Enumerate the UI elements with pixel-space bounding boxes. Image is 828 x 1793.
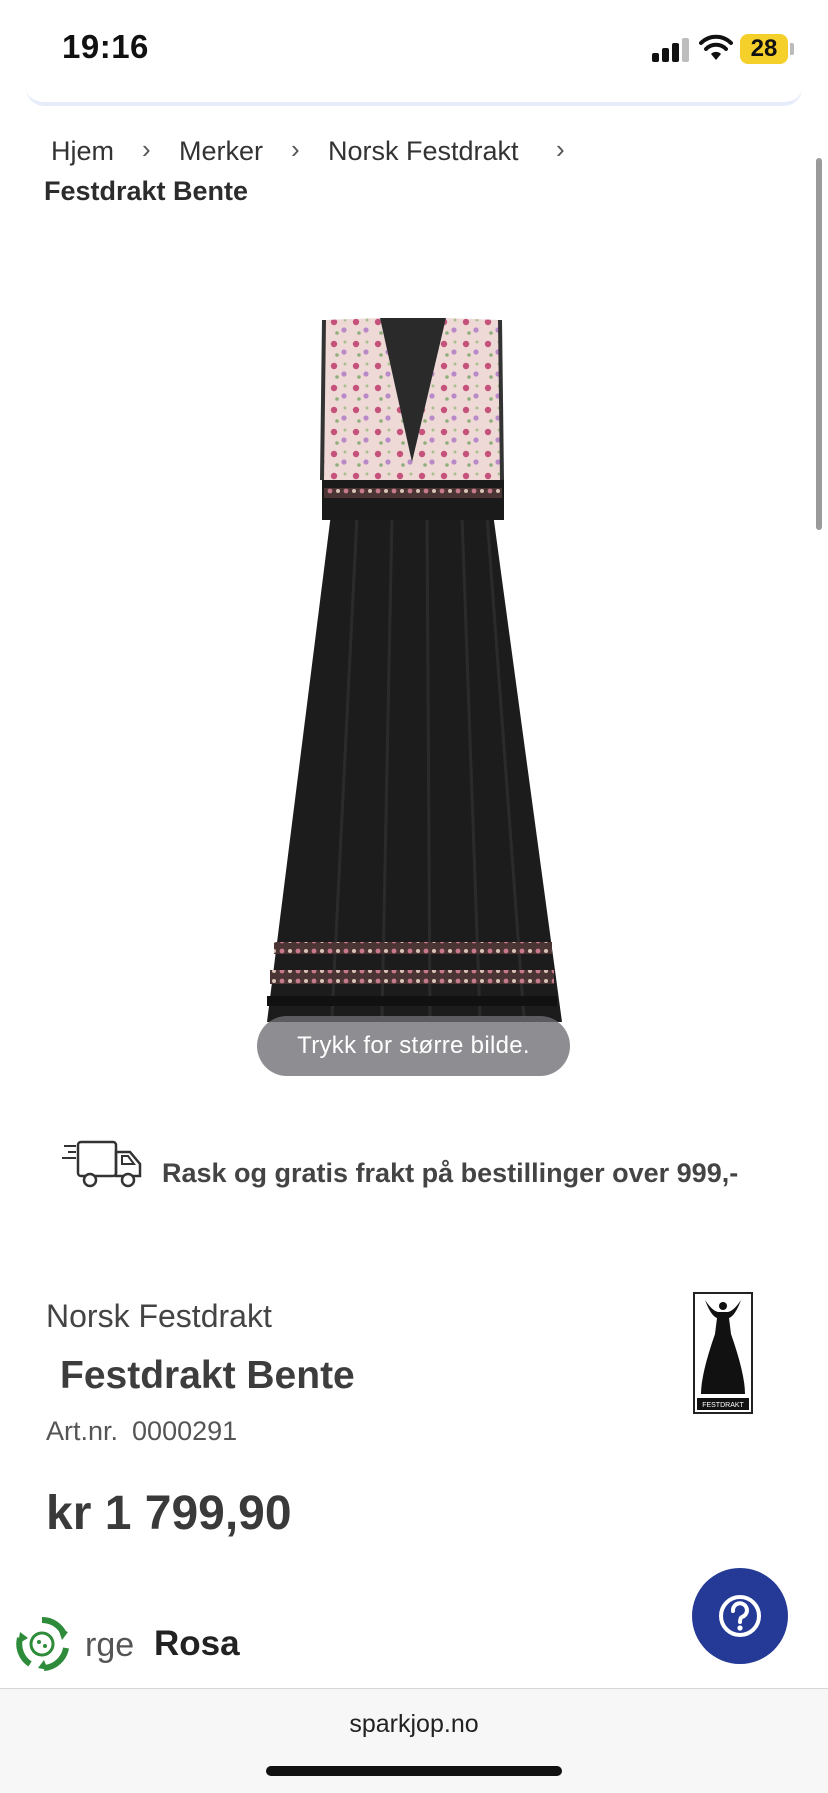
breadcrumb-current: Festdrakt Bente [44,176,249,206]
article-number-value: 0000291 [132,1416,238,1446]
home-indicator[interactable] [266,1766,562,1776]
cellular-signal-icon [652,38,690,62]
breadcrumb-brand[interactable]: Norsk Festdrakt [328,136,519,167]
scrollbar[interactable] [816,158,822,530]
help-button[interactable] [692,1568,788,1664]
article-number: Art.nr. 0000291 [46,1416,251,1447]
color-value[interactable]: Rosa [154,1624,240,1664]
breadcrumb-separator: › [142,134,151,164]
product-price: kr 1 799,90 [46,1487,292,1540]
brand-logo-text: FESTDRAKT [702,1402,744,1409]
status-time: 19:16 [62,28,149,65]
breadcrumb-brands[interactable]: Merker [179,136,263,167]
browser-toolbar [0,1688,828,1793]
product-image[interactable] [262,316,562,1074]
battery-indicator: 28 [740,34,788,64]
recycle-icon [16,1616,69,1671]
address-bar[interactable]: sparkjop.no [0,1710,828,1739]
wifi-icon [699,34,733,60]
brand-logo[interactable]: FESTDRAKT [693,1292,753,1414]
article-number-label: Art.nr. [46,1416,119,1446]
product-brand[interactable]: Norsk Festdrakt [46,1298,272,1335]
image-zoom-hint[interactable]: Trykk for større bilde. [257,1016,570,1076]
breadcrumb-separator: › [291,134,300,164]
breadcrumb-home[interactable]: Hjem [51,136,114,167]
product-title: Festdrakt Bente [60,1354,355,1397]
shipping-info: Rask og gratis frakt på bestillinger ove… [162,1158,739,1188]
breadcrumb-separator: › [556,134,565,164]
header-edge [26,88,802,106]
battery-cap [790,43,794,55]
delivery-truck-icon [62,1140,142,1188]
question-mark-icon [719,1595,761,1637]
color-label: rge [85,1626,135,1664]
